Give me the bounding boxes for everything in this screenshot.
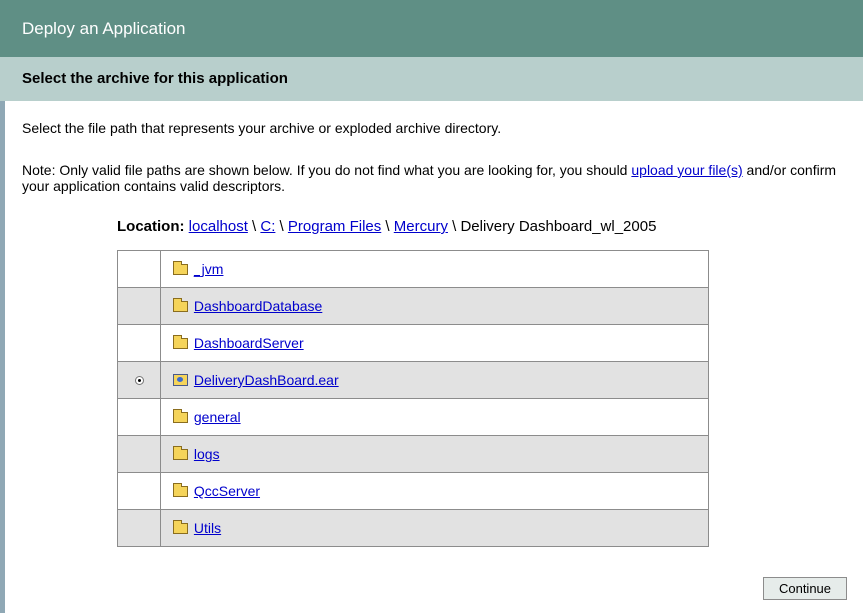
file-name-cell: QccServer <box>160 472 709 510</box>
table-row: general <box>117 398 709 436</box>
table-row: QccServer <box>117 472 709 510</box>
file-link[interactable]: QccServer <box>194 483 260 499</box>
file-link[interactable]: Utils <box>194 520 221 536</box>
archive-icon <box>173 374 188 386</box>
folder-icon <box>173 335 188 349</box>
folder-icon <box>173 261 188 275</box>
folder-icon <box>173 520 188 534</box>
breadcrumb-program-files[interactable]: Program Files <box>288 218 381 235</box>
breadcrumb-localhost[interactable]: localhost <box>189 218 248 235</box>
row-select-cell <box>117 509 161 547</box>
file-name-cell: _jvm <box>160 250 709 288</box>
folder-icon <box>173 446 188 460</box>
file-link[interactable]: DashboardDatabase <box>194 298 322 314</box>
table-row: _jvm <box>117 250 709 288</box>
file-name-cell: logs <box>160 435 709 473</box>
file-name-cell: general <box>160 398 709 436</box>
folder-icon <box>173 409 188 423</box>
breadcrumb-mercury[interactable]: Mercury <box>394 218 448 235</box>
file-link[interactable]: DashboardServer <box>194 335 304 351</box>
page-title: Deploy an Application <box>22 19 186 38</box>
folder-icon <box>173 483 188 497</box>
note-text: Note: Only valid file paths are shown be… <box>22 162 857 194</box>
row-select-cell <box>117 250 161 288</box>
note-text-before: Note: Only valid file paths are shown be… <box>22 162 632 178</box>
left-border <box>0 101 5 613</box>
file-name-cell: Utils <box>160 509 709 547</box>
archive-radio-button[interactable] <box>134 376 144 385</box>
row-select-cell <box>117 398 161 436</box>
section-title: Select the archive for this application <box>22 70 288 87</box>
file-link[interactable]: DeliveryDashBoard.ear <box>194 372 339 388</box>
table-row: DashboardServer <box>117 324 709 362</box>
section-header: Select the archive for this application <box>0 57 863 101</box>
breadcrumb: Location: localhost \ C: \ Program Files… <box>117 218 656 235</box>
breadcrumb-c-drive[interactable]: C: <box>260 218 275 235</box>
upload-files-link[interactable]: upload your file(s) <box>631 162 742 178</box>
continue-button[interactable]: Continue <box>763 577 847 600</box>
folder-icon <box>173 298 188 312</box>
file-link[interactable]: logs <box>194 446 220 462</box>
table-row: logs <box>117 435 709 473</box>
table-row: Utils <box>117 509 709 547</box>
file-name-cell: DashboardServer <box>160 324 709 362</box>
table-row: DashboardDatabase <box>117 287 709 325</box>
breadcrumb-separator: \ <box>381 218 394 235</box>
row-select-cell <box>117 472 161 510</box>
page-header: Deploy an Application <box>0 0 863 57</box>
row-select-cell <box>117 361 161 399</box>
breadcrumb-separator: \ <box>275 218 288 235</box>
row-select-cell <box>117 435 161 473</box>
row-select-cell <box>117 287 161 325</box>
breadcrumb-separator: \ <box>447 218 461 235</box>
location-label: Location: <box>117 218 185 235</box>
file-name-cell: DashboardDatabase <box>160 287 709 325</box>
file-link[interactable]: _jvm <box>194 261 224 277</box>
intro-text: Select the file path that represents you… <box>22 120 502 136</box>
breadcrumb-separator: \ <box>247 218 261 235</box>
file-list-table: _jvm DashboardDatabase DashboardServer D… <box>117 250 709 547</box>
table-row: DeliveryDashBoard.ear <box>117 361 709 399</box>
row-select-cell <box>117 324 161 362</box>
file-link[interactable]: general <box>194 409 241 425</box>
file-name-cell: DeliveryDashBoard.ear <box>160 361 709 399</box>
breadcrumb-current: Delivery Dashboard_wl_2005 <box>460 218 657 235</box>
